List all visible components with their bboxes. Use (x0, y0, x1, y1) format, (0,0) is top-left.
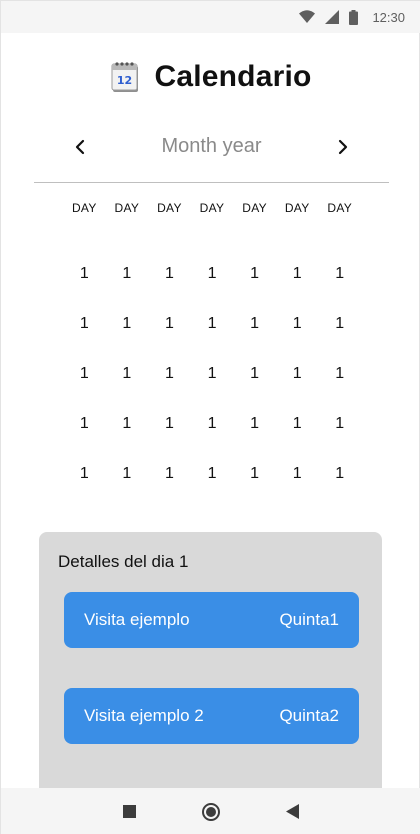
calendar-day[interactable]: 1 (106, 299, 149, 349)
calendar-day[interactable]: 1 (233, 349, 276, 399)
day-details-title: Detalles del dia 1 (58, 552, 189, 571)
divider (34, 182, 389, 183)
calendar-day[interactable]: 1 (63, 449, 106, 499)
calendar-day[interactable]: 1 (148, 449, 191, 499)
status-bar: 12:30 (1, 1, 420, 33)
calendar-week-row: 1 1 1 1 1 1 1 (63, 249, 361, 299)
square-icon (122, 805, 136, 818)
calendar-day[interactable]: 1 (191, 399, 234, 449)
calendar-day[interactable]: 1 (276, 299, 319, 349)
battery-icon (349, 9, 359, 25)
visit-name: Visita ejemplo 2 (84, 706, 204, 725)
weekday-header: DAY (242, 201, 267, 215)
status-time: 12:30 (372, 9, 405, 25)
chevron-right-icon (338, 139, 348, 155)
status-icons: 12:30 (299, 1, 405, 33)
calendar-day[interactable]: 1 (318, 349, 361, 399)
calendar-day[interactable]: 1 (233, 399, 276, 449)
visit-place: Quinta1 (279, 610, 339, 629)
weekday-header: DAY (157, 201, 182, 215)
visit-card[interactable]: Visita ejemplo Quinta1 (64, 592, 359, 648)
month-navigator: Month year (34, 125, 389, 171)
page-header: 12 Calendario (1, 55, 420, 99)
calendar-grid: DAY DAY DAY DAY DAY DAY DAY 1 1 1 1 1 1 … (63, 197, 361, 499)
calendar-day[interactable]: 1 (191, 449, 234, 499)
calendar-day[interactable]: 1 (191, 299, 234, 349)
calendar-day[interactable]: 1 (318, 449, 361, 499)
calendar-day[interactable]: 1 (191, 249, 234, 299)
svg-text:12: 12 (117, 74, 132, 87)
weekday-header: DAY (327, 201, 353, 215)
back-button[interactable] (281, 800, 305, 824)
calendar-day[interactable]: 1 (276, 249, 319, 299)
calendar-day[interactable]: 1 (276, 449, 319, 499)
weekday-header: DAY (114, 201, 140, 215)
calendar-day[interactable]: 1 (148, 249, 191, 299)
visit-place: Quinta2 (279, 706, 339, 725)
calendar-day[interactable]: 1 (148, 349, 191, 399)
calendar-day[interactable]: 1 (318, 249, 361, 299)
calendar-day[interactable]: 1 (106, 399, 149, 449)
calendar-week-row: 1 1 1 1 1 1 1 (63, 449, 361, 499)
calendar-week-row: 1 1 1 1 1 1 1 (63, 299, 361, 349)
calendar-day[interactable]: 1 (63, 349, 106, 399)
calendar-day[interactable]: 1 (63, 399, 106, 449)
wifi-icon (299, 10, 316, 23)
calendar-day[interactable]: 1 (106, 249, 149, 299)
weekday-header-row: DAY DAY DAY DAY DAY DAY DAY (63, 197, 361, 219)
back-triangle-icon (286, 804, 299, 819)
calendar-day[interactable]: 1 (233, 449, 276, 499)
calendar-week-row: 1 1 1 1 1 1 1 (63, 399, 361, 449)
calendar-icon: 12 (111, 62, 139, 92)
cellular-signal-icon (325, 10, 340, 24)
page-title: Calendario (154, 60, 312, 93)
calendar-day[interactable]: 1 (318, 299, 361, 349)
weekday-header: DAY (199, 201, 225, 215)
calendar-day[interactable]: 1 (148, 299, 191, 349)
app-screen: 12:30 12 Calendario Month year DAY DAY D… (0, 0, 420, 834)
weekday-header: DAY (284, 201, 310, 215)
visit-card[interactable]: Visita ejemplo 2 Quinta2 (64, 688, 359, 744)
circle-icon (202, 802, 220, 821)
calendar-day[interactable]: 1 (191, 349, 234, 399)
calendar-day[interactable]: 1 (63, 299, 106, 349)
calendar-day[interactable]: 1 (63, 249, 106, 299)
recents-button[interactable] (117, 800, 141, 824)
calendar-week-row: 1 1 1 1 1 1 1 (63, 349, 361, 399)
home-button[interactable] (199, 800, 223, 824)
calendar-day[interactable]: 1 (233, 249, 276, 299)
weekday-header: DAY (71, 201, 97, 215)
calendar-day[interactable]: 1 (106, 349, 149, 399)
calendar-day[interactable]: 1 (106, 449, 149, 499)
visit-name: Visita ejemplo (84, 610, 190, 629)
calendar-day[interactable]: 1 (233, 299, 276, 349)
next-month-button[interactable] (325, 129, 361, 165)
calendar-day[interactable]: 1 (148, 399, 191, 449)
calendar-day[interactable]: 1 (318, 399, 361, 449)
calendar-day[interactable]: 1 (276, 399, 319, 449)
system-nav-bar (1, 788, 420, 834)
calendar-day[interactable]: 1 (276, 349, 319, 399)
day-details-panel: Detalles del dia 1 Visita ejemplo Quinta… (39, 532, 382, 790)
